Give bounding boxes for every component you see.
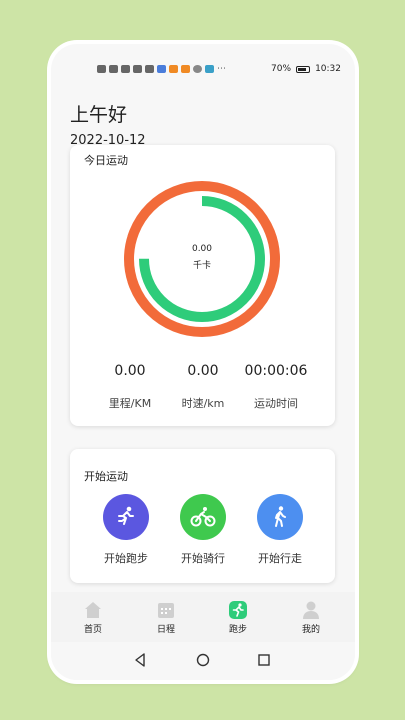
greeting-title: 上午好 [70, 104, 128, 126]
home-icon [83, 600, 103, 620]
calorie-ring: 0.00 千卡 [121, 178, 283, 340]
signal-icon [109, 65, 118, 73]
stat-duration-label: 运动时间 [254, 397, 298, 410]
stat-distance-value: 0.00 [114, 363, 146, 379]
start-cycling-label: 开始骑行 [181, 552, 225, 565]
tab-schedule-label: 日程 [156, 625, 175, 635]
wifi-icon [133, 65, 142, 73]
start-running-button[interactable]: 开始跑步 [91, 494, 161, 566]
tab-schedule[interactable]: 日程 [136, 600, 196, 635]
phone-frame: ⋯ 70% 10:32 上午好 2022-10-12 今日运动 0.00 千卡 … [51, 44, 355, 680]
running-icon [103, 494, 149, 540]
tab-profile-label: 我的 [301, 625, 320, 635]
battery-percent: 70% [271, 64, 292, 74]
profile-icon [301, 600, 321, 620]
stat-speed-value: 0.00 [187, 363, 219, 379]
recents-button[interactable] [254, 650, 274, 670]
start-exercise-title: 开始运动 [84, 470, 128, 483]
tab-running[interactable]: 跑步 [208, 600, 268, 635]
more-icon: ⋯ [217, 64, 226, 74]
today-exercise-title: 今日运动 [84, 154, 128, 167]
app-icon [157, 65, 166, 73]
status-time: 10:32 [315, 64, 341, 74]
signal-icon [121, 65, 130, 73]
tab-home[interactable]: 首页 [63, 600, 123, 635]
today-exercise-card: 今日运动 0.00 千卡 0.00 里程/KM 0.00 时速/km 00:00… [70, 145, 335, 426]
stat-distance: 0.00 里程/KM [90, 363, 170, 411]
calendar-icon [156, 600, 176, 620]
status-icons: ⋯ [97, 64, 226, 74]
home-button[interactable] [193, 650, 213, 670]
calories-unit: 千卡 [192, 261, 211, 271]
stat-duration: 00:00:06 运动时间 [236, 363, 316, 411]
circle-icon [196, 653, 210, 667]
battery-icon [296, 65, 311, 73]
running-icon [228, 600, 248, 620]
system-nav-bar [51, 642, 355, 680]
start-walking-button[interactable]: 开始行走 [245, 494, 315, 566]
stat-duration-value: 00:00:06 [244, 363, 308, 379]
hd-icon [97, 65, 106, 73]
calories-value: 0.00 [191, 244, 213, 254]
start-running-label: 开始跑步 [104, 552, 148, 565]
app-icon [205, 65, 214, 73]
tab-home-label: 首页 [83, 625, 102, 635]
tab-profile[interactable]: 我的 [281, 600, 341, 635]
app-icon [193, 65, 202, 73]
cart-icon [145, 65, 154, 73]
square-icon [258, 654, 270, 666]
back-icon [135, 653, 145, 667]
start-cycling-button[interactable]: 开始骑行 [168, 494, 238, 566]
stat-speed-label: 时速/km [181, 397, 225, 410]
walking-icon [257, 494, 303, 540]
start-walking-label: 开始行走 [258, 552, 302, 565]
bottom-tab-bar: 首页 日程 跑步 我的 [51, 592, 355, 642]
stat-speed: 0.00 时速/km [163, 363, 243, 411]
back-button[interactable] [130, 650, 150, 670]
tab-running-label: 跑步 [228, 625, 247, 635]
app-icon [181, 65, 190, 73]
start-exercise-card: 开始运动 开始跑步 开始骑行 开始行走 [70, 449, 335, 583]
app-icon [169, 65, 178, 73]
stat-distance-label: 里程/KM [108, 397, 152, 410]
status-bar: ⋯ 70% 10:32 [51, 44, 355, 88]
cycling-icon [180, 494, 226, 540]
